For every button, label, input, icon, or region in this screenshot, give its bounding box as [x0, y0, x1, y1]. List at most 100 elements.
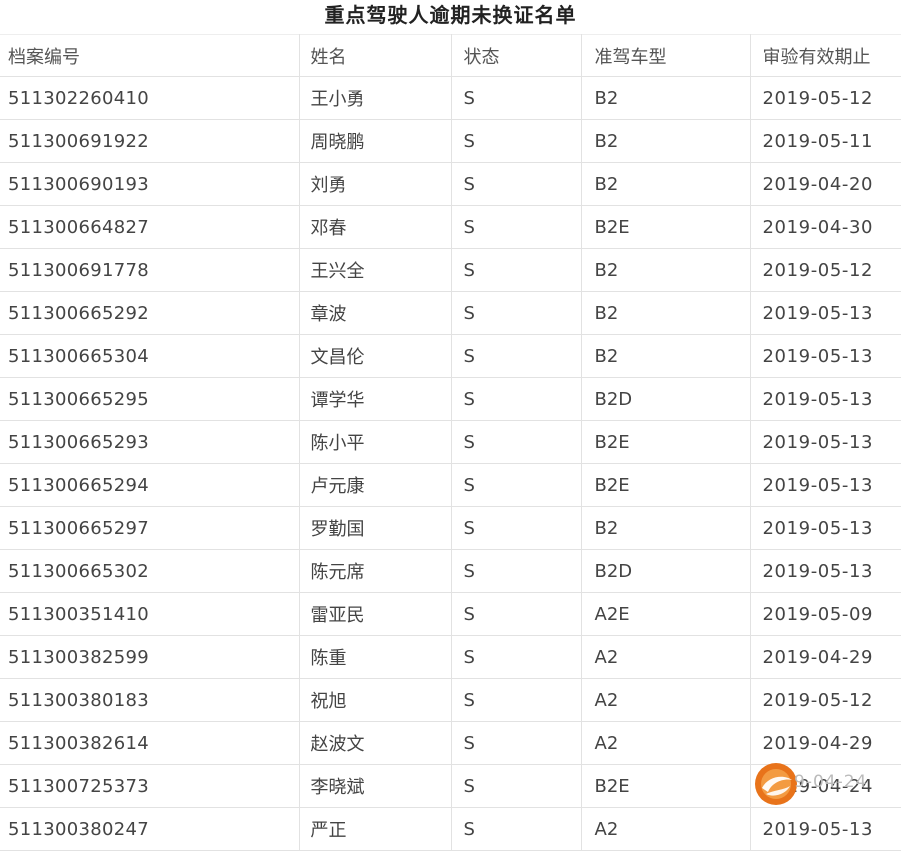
valid-until-cell: 2019-05-13	[749, 420, 901, 464]
name-cell: 卢元康	[298, 463, 452, 507]
license-class-cell: B2D	[580, 377, 751, 421]
license-class-cell: A2E	[580, 592, 751, 636]
name-cell: 严正	[298, 807, 452, 851]
file-number-cell: 511300690193	[0, 162, 300, 206]
name-cell: 罗勤国	[298, 506, 452, 550]
file-number-cell: 511300691778	[0, 248, 300, 292]
status-cell: S	[450, 764, 582, 808]
valid-until-cell: 2019-05-13	[749, 463, 901, 507]
valid-until-cell: 2019-05-11	[749, 119, 901, 163]
status-cell: S	[450, 334, 582, 378]
page-title: 重点驾驶人逾期未换证名单	[324, 3, 577, 27]
table-row: 511300691778 王兴全 S B2 2019-05-12	[0, 248, 901, 292]
license-class-cell: B2E	[580, 764, 751, 808]
license-class-cell: B2	[580, 76, 751, 120]
header-name: 姓名	[298, 34, 452, 77]
file-number-cell: 511300351410	[0, 592, 300, 636]
status-cell: S	[450, 635, 582, 679]
header-valid-until: 审验有效期止	[749, 34, 901, 77]
valid-until-cell: 2019-05-12	[749, 248, 901, 292]
table-row: 511302260410 王小勇 S B2 2019-05-12	[0, 76, 901, 120]
license-class-cell: B2	[580, 506, 751, 550]
table-row: 511300664827 邓春 S B2E 2019-04-30	[0, 205, 901, 249]
license-class-cell: A2	[580, 678, 751, 722]
status-cell: S	[450, 248, 582, 292]
table-row: 511300665293 陈小平 S B2E 2019-05-13	[0, 420, 901, 464]
name-cell: 陈重	[298, 635, 452, 679]
name-cell: 王兴全	[298, 248, 452, 292]
valid-until-cell: 2019-05-12	[749, 678, 901, 722]
status-cell: S	[450, 377, 582, 421]
file-number-cell: 511300691922	[0, 119, 300, 163]
table-row: 511300665302 陈元席 S B2D 2019-05-13	[0, 549, 901, 593]
name-cell: 章波	[298, 291, 452, 335]
name-cell: 王小勇	[298, 76, 452, 120]
table-row: 511300690193 刘勇 S B2 2019-04-20	[0, 162, 901, 206]
license-class-cell: A2	[580, 807, 751, 851]
status-cell: S	[450, 162, 582, 206]
table-row: 511300725373 李晓斌 S B2E 2019-04-24	[0, 764, 901, 808]
table-row: 511300380247 严正 S A2 2019-05-13	[0, 807, 901, 851]
status-cell: S	[450, 205, 582, 249]
header-status: 状态	[450, 34, 582, 77]
driver-table: 档案编号 姓名 状态 准驾车型 审验有效期止 511302260410 王小勇 S B…	[0, 34, 901, 851]
name-cell: 谭学华	[298, 377, 452, 421]
license-class-cell: A2	[580, 635, 751, 679]
status-cell: S	[450, 76, 582, 120]
status-cell: S	[450, 678, 582, 722]
table-body: 511302260410 王小勇 S B2 2019-05-12 511300691922…	[0, 76, 901, 851]
license-class-cell: B2	[580, 162, 751, 206]
file-number-cell: 511300665292	[0, 291, 300, 335]
license-class-cell: B2	[580, 119, 751, 163]
file-number-cell: 511300380183	[0, 678, 300, 722]
valid-until-cell: 2019-04-29	[749, 635, 901, 679]
file-number-cell: 511300665302	[0, 549, 300, 593]
name-cell: 陈元席	[298, 549, 452, 593]
license-class-cell: B2D	[580, 549, 751, 593]
valid-until-cell: 2019-05-13	[749, 506, 901, 550]
status-cell: S	[450, 592, 582, 636]
valid-until-cell: 2019-05-12	[749, 76, 901, 120]
table-row: 511300380183 祝旭 S A2 2019-05-12	[0, 678, 901, 722]
license-class-cell: B2E	[580, 205, 751, 249]
name-cell: 陈小平	[298, 420, 452, 464]
table-row: 511300691922 周晓鹏 S B2 2019-05-11	[0, 119, 901, 163]
name-cell: 文昌伦	[298, 334, 452, 378]
file-number-cell: 511300665293	[0, 420, 300, 464]
file-number-cell: 511300725373	[0, 764, 300, 808]
license-class-cell: B2E	[580, 420, 751, 464]
status-cell: S	[450, 549, 582, 593]
file-number-cell: 511300382599	[0, 635, 300, 679]
name-cell: 祝旭	[298, 678, 452, 722]
file-number-cell: 511300665294	[0, 463, 300, 507]
status-cell: S	[450, 420, 582, 464]
license-class-cell: B2	[580, 334, 751, 378]
valid-until-cell: 2019-05-09	[749, 592, 901, 636]
status-cell: S	[450, 506, 582, 550]
valid-until-cell: 2019-05-13	[749, 807, 901, 851]
status-cell: S	[450, 721, 582, 765]
valid-until-cell: 2019-05-13	[749, 334, 901, 378]
name-cell: 赵波文	[298, 721, 452, 765]
valid-until-cell: 2019-04-30	[749, 205, 901, 249]
valid-until-cell: 2019-04-24	[749, 764, 901, 808]
status-cell: S	[450, 807, 582, 851]
name-cell: 刘勇	[298, 162, 452, 206]
name-cell: 邓春	[298, 205, 452, 249]
table-row: 511300382614 赵波文 S A2 2019-04-29	[0, 721, 901, 765]
name-cell: 雷亚民	[298, 592, 452, 636]
table-row: 511300665294 卢元康 S B2E 2019-05-13	[0, 463, 901, 507]
table-row: 511300351410 雷亚民 S A2E 2019-05-09	[0, 592, 901, 636]
file-number-cell: 511300665304	[0, 334, 300, 378]
table-row: 511300665304 文昌伦 S B2 2019-05-13	[0, 334, 901, 378]
status-cell: S	[450, 463, 582, 507]
table-row: 511300665292 章波 S B2 2019-05-13	[0, 291, 901, 335]
license-class-cell: B2E	[580, 463, 751, 507]
file-number-cell: 511300665295	[0, 377, 300, 421]
file-number-cell: 511300664827	[0, 205, 300, 249]
file-number-cell: 511300382614	[0, 721, 300, 765]
valid-until-cell: 2019-05-13	[749, 291, 901, 335]
valid-until-cell: 2019-04-29	[749, 721, 901, 765]
file-number-cell: 511300380247	[0, 807, 300, 851]
file-number-cell: 511302260410	[0, 76, 300, 120]
